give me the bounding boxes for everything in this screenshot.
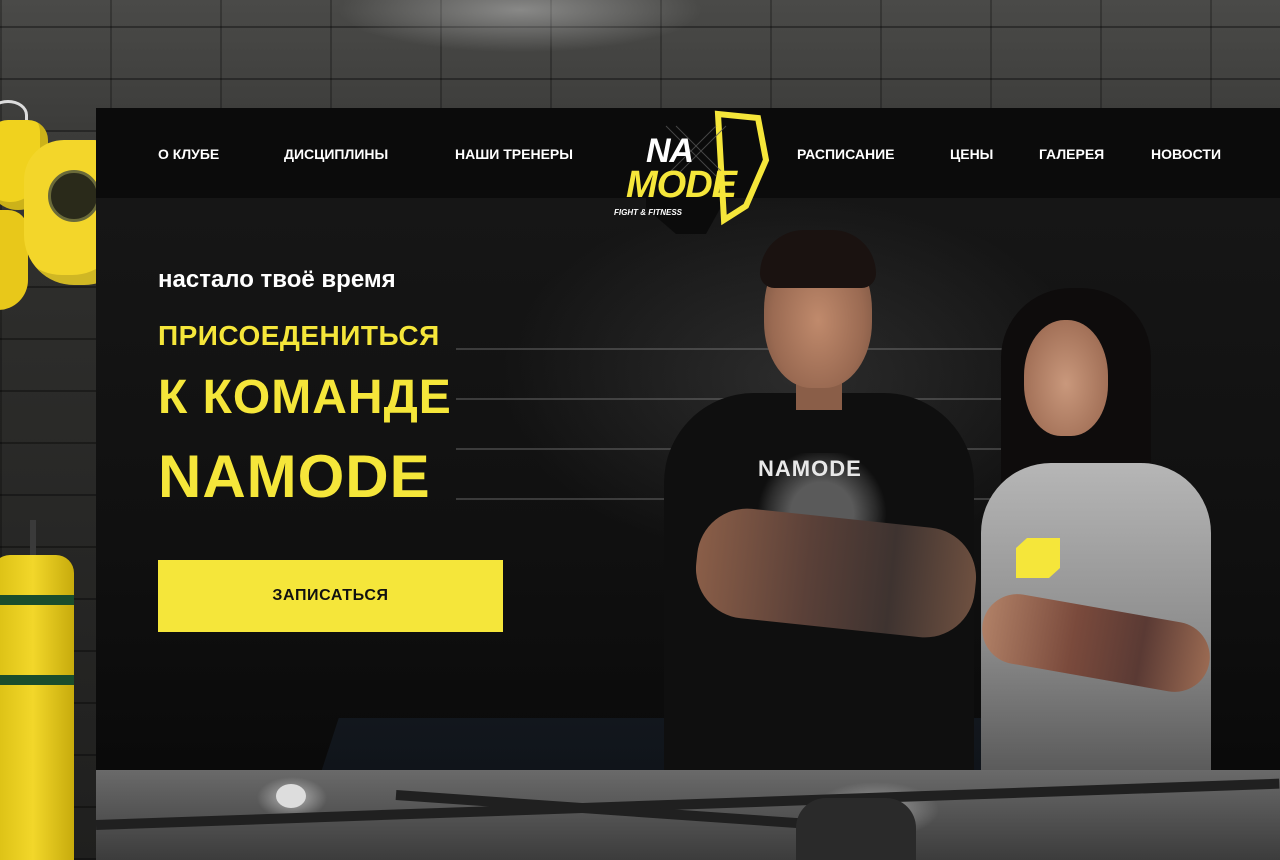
hero-headline-line3: NAMODE — [158, 443, 431, 510]
logo-subtext: FIGHT & FITNESS — [614, 208, 682, 217]
lamp-image — [276, 784, 306, 808]
nav-item-trainers[interactable]: НАШИ ТРЕНЕРЫ — [455, 146, 573, 162]
nav-item-schedule[interactable]: РАСПИСАНИЕ — [797, 146, 895, 162]
logo-text-main: MODE — [626, 164, 737, 206]
bag-chain — [30, 520, 36, 560]
hero-headline-line2: К КОМАНДЕ — [158, 371, 452, 424]
namode-logo[interactable]: NA MODE FIGHT & FITNESS — [606, 108, 776, 234]
punching-bag-image — [0, 555, 74, 860]
hanging-bag-image — [796, 798, 916, 860]
nav-item-disciplines[interactable]: ДИСЦИПЛИНЫ — [284, 146, 388, 162]
nav-item-news[interactable]: НОВОСТИ — [1151, 146, 1221, 162]
next-section-gym-photo — [96, 770, 1280, 860]
nav-item-gallery[interactable]: ГАЛЕРЕЯ — [1039, 146, 1104, 162]
signup-button[interactable]: ЗАПИСАТЬСЯ — [158, 560, 503, 632]
man-hair — [760, 230, 876, 288]
woman-face — [1024, 320, 1108, 436]
shirt-print-text: NAMODE — [758, 456, 862, 481]
nav-item-prices[interactable]: ЦЕНЫ — [950, 146, 993, 162]
shirt-logo-icon — [1016, 538, 1060, 578]
hero-headline-line1: ПРИСОЕДЕНИТЬСЯ — [158, 320, 440, 351]
hero-tagline: настало твоё время — [158, 266, 396, 293]
website-panel: О КЛУБЕ ДИСЦИПЛИНЫ НАШИ ТРЕНЕРЫ РАСПИСАН… — [96, 108, 1280, 770]
nav-item-about[interactable]: О КЛУБЕ — [158, 146, 219, 162]
